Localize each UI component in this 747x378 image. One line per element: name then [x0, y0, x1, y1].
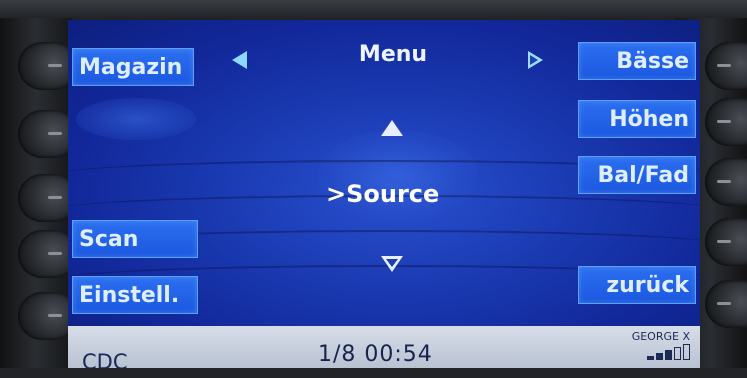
hoehen-button[interactable]: Höhen — [578, 100, 696, 138]
arrow-right-icon[interactable] — [528, 51, 543, 69]
signal-bar — [665, 350, 672, 360]
bezel-top — [0, 0, 747, 22]
bezel-bottom — [0, 368, 747, 378]
track-time-display: 1/8 00:54 — [318, 342, 433, 367]
bal-fad-button[interactable]: Bal/Fad — [578, 156, 696, 194]
arrow-left-icon[interactable] — [232, 51, 247, 69]
arrow-up-icon[interactable] — [381, 120, 403, 136]
status-source: CDC — [82, 350, 128, 368]
arrow-down-icon[interactable] — [381, 256, 403, 272]
hw-button-right-4[interactable] — [705, 218, 747, 266]
source-menu-item[interactable]: >Source — [326, 180, 439, 208]
display-screen: Magazin Scan Einstell. Bässe Höhen Bal/F… — [68, 20, 700, 368]
signal-bar — [647, 356, 654, 360]
magazin-button[interactable]: Magazin — [72, 48, 194, 86]
scan-button[interactable]: Scan — [72, 220, 198, 258]
signal-bar — [683, 344, 690, 360]
background-disc-art — [76, 98, 196, 140]
signal-bar — [656, 353, 663, 360]
menu-title: Menu — [358, 42, 428, 67]
baesse-button[interactable]: Bässe — [578, 42, 696, 80]
einstell-button[interactable]: Einstell. — [72, 276, 198, 314]
zurueck-button[interactable]: zurück — [578, 266, 696, 304]
left-hardware-buttons — [0, 18, 78, 368]
signal-strength-icon — [647, 342, 690, 360]
signal-bar — [674, 347, 681, 360]
hw-button-right-3[interactable] — [705, 158, 747, 206]
hw-button-right-2[interactable] — [705, 98, 747, 146]
hw-button-right-1[interactable] — [705, 42, 747, 90]
hw-button-right-5[interactable] — [705, 280, 747, 328]
